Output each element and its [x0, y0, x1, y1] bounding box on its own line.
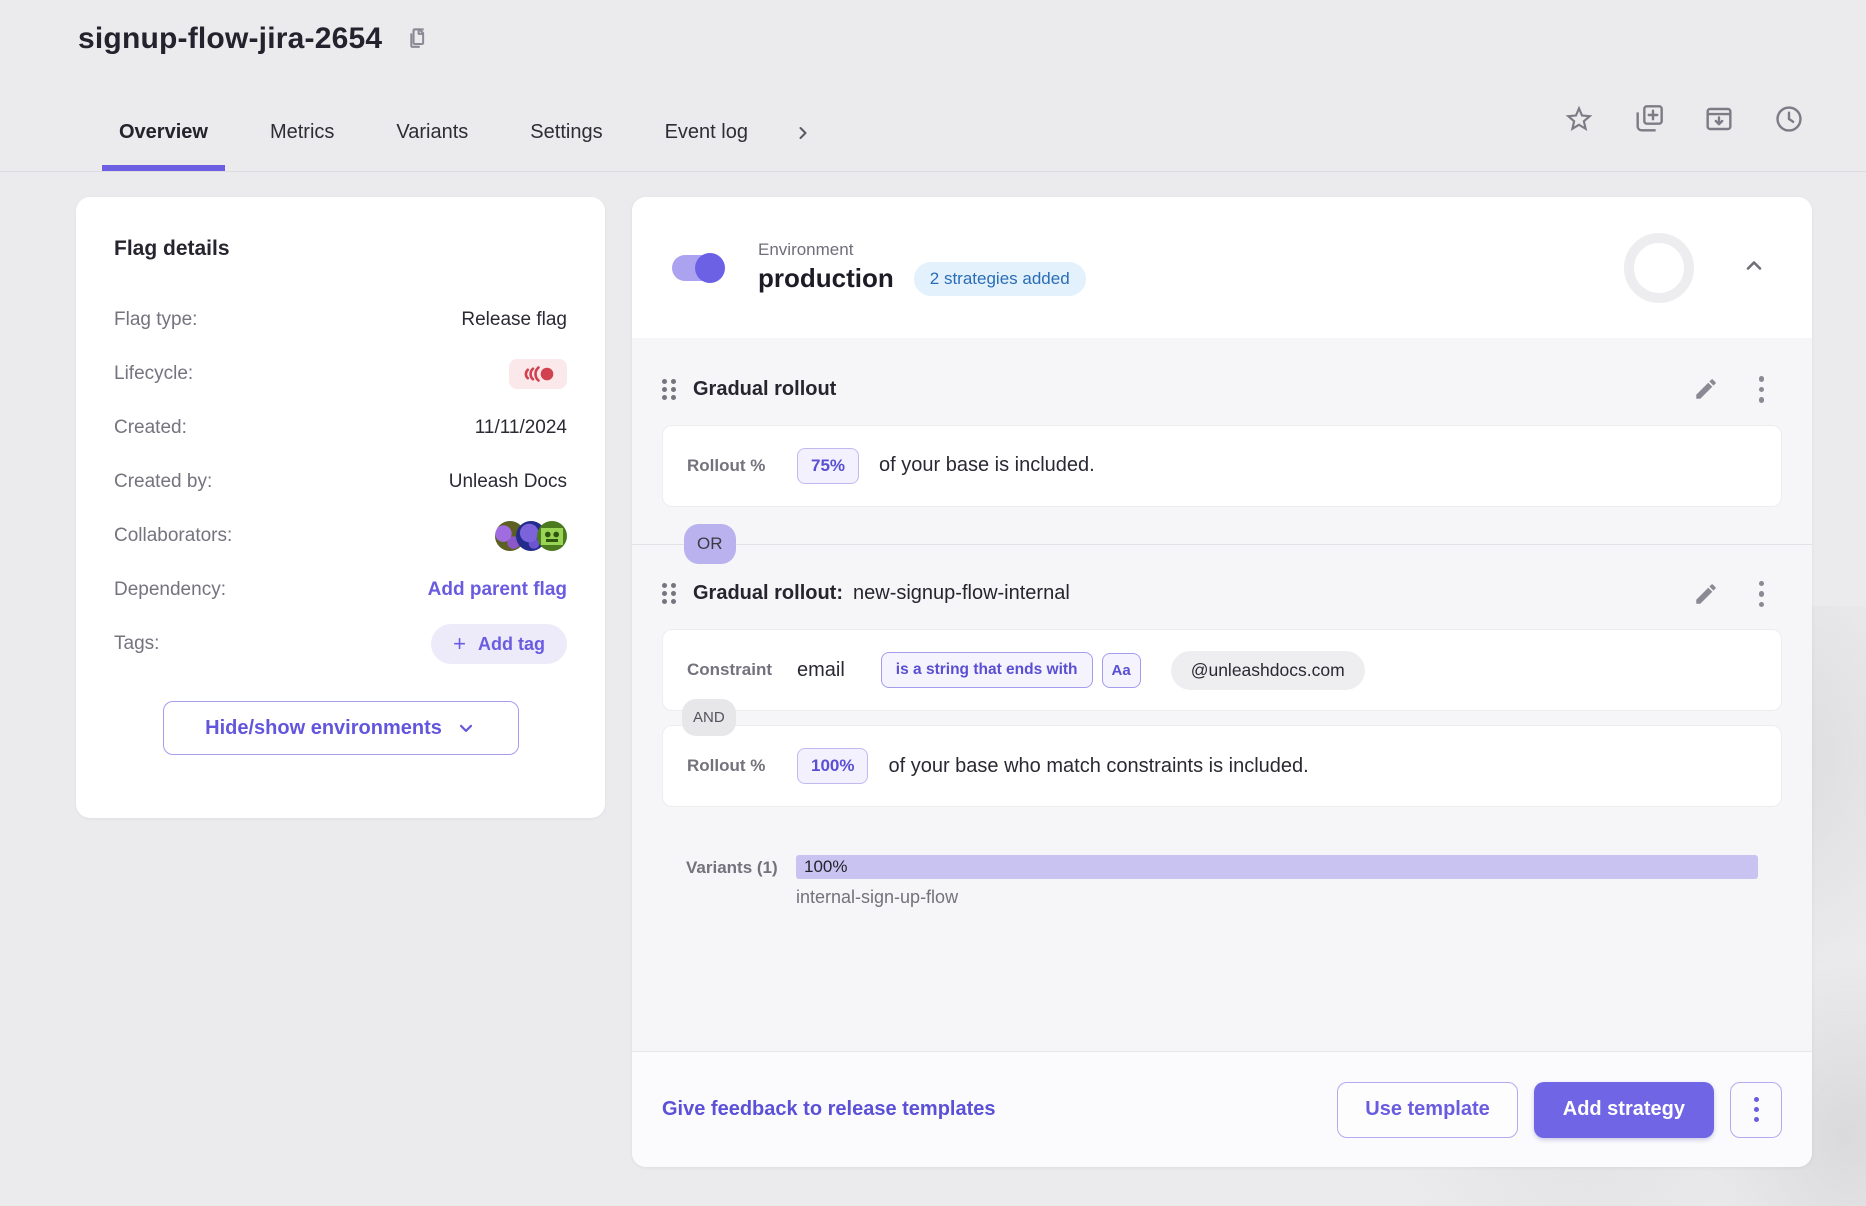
flag-actions — [1558, 98, 1810, 140]
collaborators-row: Collaborators: — [114, 509, 567, 563]
add-tag-label: Add tag — [478, 634, 545, 655]
tabs-divider — [0, 171, 1866, 172]
tabs-overflow-chevron-icon[interactable] — [779, 94, 827, 171]
toggle-thumb — [695, 253, 725, 283]
strategy-2-title: Gradual rollout: — [693, 582, 843, 605]
and-chip: AND — [682, 699, 736, 736]
environment-name: production — [758, 263, 894, 294]
page-header: signup-flow-jira-2654 — [78, 22, 431, 56]
variant-distribution-bar: 100% — [796, 855, 1758, 879]
or-chip: OR — [684, 524, 736, 564]
strategy-2-name: new-signup-flow-internal — [853, 582, 1070, 605]
drag-handle-icon[interactable] — [662, 379, 676, 400]
copy-flag-icon[interactable] — [1628, 98, 1670, 140]
strategy-1-rollout-card: Rollout % 75% of your base is included. — [662, 425, 1782, 507]
constraint-label: Constraint — [687, 660, 797, 680]
created-by-label: Created by: — [114, 471, 212, 493]
history-clock-icon[interactable] — [1768, 98, 1810, 140]
environment-label: Environment — [758, 240, 1086, 260]
copy-name-icon[interactable] — [404, 26, 431, 53]
avatar[interactable] — [537, 521, 567, 551]
created-value: 11/11/2024 — [475, 417, 567, 439]
add-tag-button[interactable]: + Add tag — [431, 624, 567, 664]
footer-menu-kebab-icon[interactable] — [1730, 1082, 1782, 1138]
favorite-star-icon[interactable] — [1558, 98, 1600, 140]
constraint-card: Constraint email is a string that ends w… — [662, 629, 1782, 711]
dependency-label: Dependency: — [114, 579, 226, 601]
strategy-1-title: Gradual rollout — [693, 378, 836, 401]
dependency-row: Dependency: Add parent flag — [114, 563, 567, 617]
page-title: signup-flow-jira-2654 — [78, 22, 382, 56]
rollout-percent-badge: 75% — [797, 448, 859, 484]
hide-show-environments-label: Hide/show environments — [205, 717, 442, 740]
lifecycle-stage-icon[interactable] — [509, 359, 567, 389]
constraint-value-pill: @unleashdocs.com — [1171, 651, 1365, 690]
environment-title: Environment production 2 strategies adde… — [758, 240, 1086, 296]
tab-settings[interactable]: Settings — [499, 94, 633, 171]
feedback-link[interactable]: Give feedback to release templates — [662, 1098, 996, 1121]
case-sensitive-badge: Aa — [1102, 653, 1141, 688]
created-by-value: Unleash Docs — [449, 471, 567, 493]
environment-card: Environment production 2 strategies adde… — [632, 197, 1812, 1167]
variant-name: internal-sign-up-flow — [796, 887, 1758, 908]
environment-toggle[interactable] — [672, 255, 722, 281]
plus-icon: + — [453, 633, 466, 655]
rollout-percent-badge: 100% — [797, 748, 868, 784]
use-template-button[interactable]: Use template — [1337, 1082, 1518, 1138]
created-row: Created: 11/11/2024 — [114, 401, 567, 455]
edit-strategy-pencil-icon[interactable] — [1693, 376, 1719, 402]
rollout-label: Rollout % — [687, 756, 797, 776]
environment-footer: Give feedback to release templates Use t… — [632, 1051, 1812, 1167]
rollout-description: of your base is included. — [879, 454, 1095, 477]
lifecycle-label: Lifecycle: — [114, 363, 193, 385]
constraint-field: email — [797, 659, 845, 682]
drag-handle-icon[interactable] — [662, 583, 676, 604]
variant-percent: 100% — [804, 857, 847, 877]
created-by-row: Created by: Unleash Docs — [114, 455, 567, 509]
flag-tabs: Overview Metrics Variants Settings Event… — [88, 94, 827, 171]
strategy-separator: OR — [662, 507, 1782, 581]
flag-details-panel: Flag details Flag type: Release flag Lif… — [76, 197, 605, 818]
strategy-2-rollout-card: Rollout % 100% of your base who match co… — [662, 725, 1782, 807]
rollout-label: Rollout % — [687, 456, 797, 476]
chevron-up-icon — [1742, 254, 1766, 278]
tab-event-log[interactable]: Event log — [634, 94, 779, 171]
flag-type-row: Flag type: Release flag — [114, 293, 567, 347]
add-parent-flag-link[interactable]: Add parent flag — [428, 579, 567, 601]
variants-label: Variants (1) — [686, 858, 796, 878]
archive-icon[interactable] — [1698, 98, 1740, 140]
strategy-menu-kebab-icon[interactable] — [1759, 581, 1765, 608]
flag-type-label: Flag type: — [114, 309, 197, 331]
flag-details-heading: Flag details — [114, 237, 567, 261]
tab-metrics[interactable]: Metrics — [239, 94, 365, 171]
variants-section: Variants (1) 100% internal-sign-up-flow — [662, 855, 1782, 908]
add-strategy-button[interactable]: Add strategy — [1534, 1082, 1714, 1138]
strategies-count-badge: 2 strategies added — [914, 262, 1086, 296]
tags-row: Tags: + Add tag — [114, 617, 567, 671]
tab-variants[interactable]: Variants — [365, 94, 499, 171]
flag-type-value: Release flag — [461, 309, 567, 331]
metrics-ring — [1624, 233, 1694, 303]
collaborators-label: Collaborators: — [114, 525, 232, 547]
hide-show-environments-button[interactable]: Hide/show environments — [163, 701, 519, 755]
tab-overview[interactable]: Overview — [88, 94, 239, 171]
strategy-2-header: Gradual rollout: new-signup-flow-interna… — [662, 581, 1782, 608]
environment-header: Environment production 2 strategies adde… — [632, 197, 1812, 338]
tags-label: Tags: — [114, 633, 159, 655]
collapse-environment-button[interactable] — [1736, 248, 1772, 287]
strategy-list: Gradual rollout Rollout % 75% of your ba… — [632, 338, 1812, 1051]
rollout-description: of your base who match constraints is in… — [888, 755, 1308, 778]
strategy-menu-kebab-icon[interactable] — [1759, 376, 1765, 403]
strategy-1-header: Gradual rollout — [662, 376, 1782, 403]
constraint-operator-badge: is a string that ends with — [881, 652, 1093, 688]
lifecycle-row: Lifecycle: — [114, 347, 567, 401]
collaborator-avatars — [495, 521, 567, 551]
created-label: Created: — [114, 417, 187, 439]
edit-strategy-pencil-icon[interactable] — [1693, 581, 1719, 607]
chevron-down-icon — [456, 718, 476, 738]
